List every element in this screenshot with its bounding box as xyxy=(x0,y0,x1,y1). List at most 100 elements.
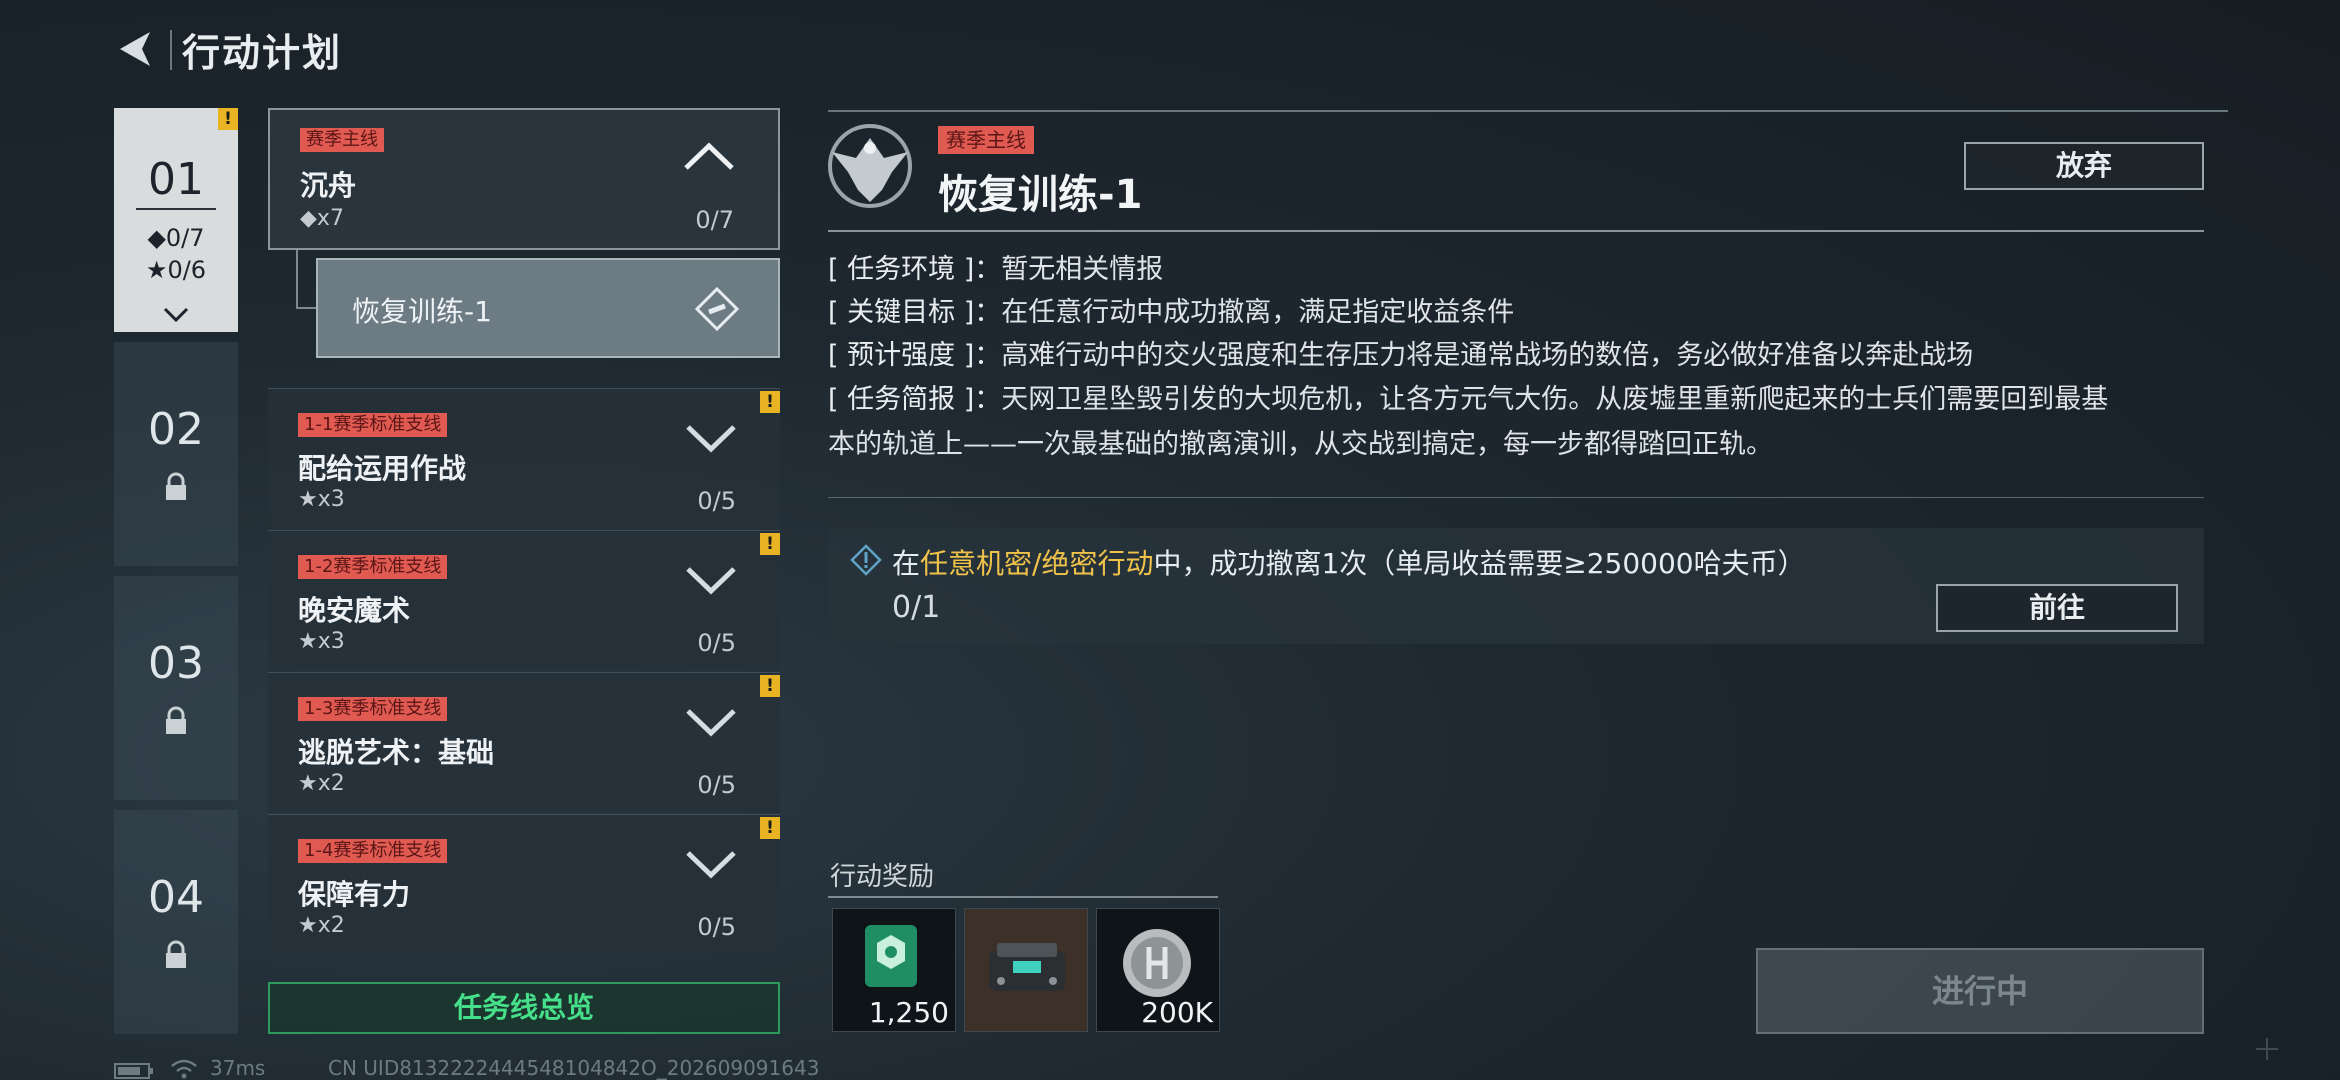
page-title: 行动计划 xyxy=(182,31,343,75)
mission-name: 晚安魔术 xyxy=(298,594,411,627)
mission-progress: 0/5 xyxy=(697,629,736,657)
chevron-down-icon[interactable] xyxy=(684,707,738,737)
in-progress-button[interactable]: 进行中 xyxy=(1756,948,2204,1034)
lock-icon xyxy=(166,472,186,500)
tree-connector xyxy=(296,307,316,309)
mission-name: 保障有力 xyxy=(298,878,411,911)
mission-requirement: ◆x7 xyxy=(300,206,344,231)
detail-divider xyxy=(828,110,2228,112)
device-icon xyxy=(989,943,1065,991)
task-objective-box: 在任意机密/绝密行动中，成功撤离1次（单局收益需要≥250000哈夫币） 0/1… xyxy=(828,528,2204,644)
info-label: [ 预计强度 ]： xyxy=(828,340,1002,371)
mission-requirement: ★x3 xyxy=(298,629,345,654)
chapter-number: 02 xyxy=(148,404,204,455)
info-value: 高难行动中的交火强度和生存压力将是通常战场的数倍，务必做好准备以奔赴战场 xyxy=(1001,340,1974,371)
info-diamond-icon xyxy=(850,544,882,576)
mission-name: 配给运用作战 xyxy=(298,452,467,485)
task-highlight: 任意机密/绝密行动 xyxy=(920,547,1154,580)
lock-icon xyxy=(166,706,186,734)
chapter-number: 04 xyxy=(148,872,204,923)
info-value: 暂无相关情报 xyxy=(1001,254,1164,285)
mission-name: 逃脱艺术：基础 xyxy=(298,736,495,769)
ping-value: 37ms xyxy=(210,1056,266,1080)
go-button[interactable]: 前往 xyxy=(1936,584,2178,632)
chevron-down-icon xyxy=(163,307,189,323)
mission-progress: 0/5 xyxy=(697,487,736,515)
alert-badge: ! xyxy=(760,675,780,697)
mission-main[interactable]: 赛季主线 沉舟 ◆x7 0/7 xyxy=(268,108,780,250)
mission-requirement: ★x3 xyxy=(298,487,345,512)
tree-connector xyxy=(296,250,298,308)
chapter-number: 01 xyxy=(148,154,204,205)
chapter-tab-03[interactable]: 03 xyxy=(114,576,238,800)
mission-overview-button[interactable]: 任务线总览 xyxy=(268,982,780,1034)
alert-badge: ! xyxy=(760,817,780,839)
mission-item[interactable]: ! 1-3赛季标准支线 逃脱艺术：基础 ★x2 0/5 xyxy=(268,672,780,813)
mission-progress: 0/7 xyxy=(695,206,734,234)
mission-item[interactable]: ! 1-1赛季标准支线 配给运用作战 ★x3 0/5 xyxy=(268,388,780,529)
task-description: 在任意机密/绝密行动中，成功撤离1次（单局收益需要≥250000哈夫币） xyxy=(892,542,1806,582)
info-value: 在任意行动中成功撤离，满足指定收益条件 xyxy=(1001,297,1515,328)
mission-tag: 1-4赛季标准支线 xyxy=(298,839,448,863)
mission-progress: 0/5 xyxy=(697,913,736,941)
info-environment: [ 任务环境 ]：暂无相关情报 xyxy=(828,248,1163,292)
chevron-down-icon[interactable] xyxy=(684,565,738,595)
mission-item[interactable]: ! 1-2赛季标准支线 晚安魔术 ★x3 0/5 xyxy=(268,530,780,671)
mission-name: 沉舟 xyxy=(300,169,357,202)
detail-divider xyxy=(828,230,2204,232)
info-intensity: [ 预计强度 ]：高难行动中的交火强度和生存压力将是通常战场的数倍，务必做好准备… xyxy=(828,334,1973,378)
wifi-icon xyxy=(171,1059,197,1079)
task-progress: 0/1 xyxy=(892,590,941,625)
title-divider xyxy=(170,30,172,70)
info-value: 天网卫星坠毁引发的大坝危机，让各方元气大伤。从废墟里重新爬起来的士兵们需要回到最… xyxy=(1001,384,2109,415)
mission-requirement: ★x2 xyxy=(298,771,345,796)
alert-badge: ! xyxy=(760,391,780,413)
reward-item[interactable]: 200K xyxy=(1096,908,1220,1032)
mission-progress: 0/5 xyxy=(697,771,736,799)
chapter-tab-01[interactable]: 01 ◆0/7 ★0/6 ! xyxy=(114,108,238,332)
chevron-up-icon[interactable] xyxy=(682,142,736,172)
detail-title: 恢复训练-1 xyxy=(938,172,1143,218)
task-text-suffix: 中，成功撤离1次（单局收益需要≥250000哈夫币） xyxy=(1153,547,1806,580)
sub-mission-item[interactable]: 恢复训练-1 xyxy=(316,258,780,358)
coin-icon xyxy=(1123,929,1191,997)
mission-item[interactable]: ! 1-4赛季标准支线 保障有力 ★x2 0/5 xyxy=(268,814,780,955)
abandon-button[interactable]: 放弃 xyxy=(1964,142,2204,190)
detail-divider xyxy=(828,497,2204,498)
chapter-diamond-progress: ◆0/7 xyxy=(147,224,205,252)
info-briefing-continued: 本的轨道上——一次最基础的撤离演训，从交战到搞定，每一步都得踏回正轨。 xyxy=(828,429,1773,460)
reward-item[interactable] xyxy=(964,908,1088,1032)
badge-icon xyxy=(865,925,917,987)
mission-tag: 1-1赛季标准支线 xyxy=(298,413,448,437)
alert-badge: ! xyxy=(760,533,780,555)
eagle-emblem-icon xyxy=(828,124,912,208)
info-objective: [ 关键目标 ]：在任意行动中成功撤离，满足指定收益条件 xyxy=(828,291,1514,335)
chapter-tab-04[interactable]: 04 xyxy=(114,810,238,1034)
chapter-number: 03 xyxy=(148,638,204,689)
reward-quantity: 200K xyxy=(1141,996,1213,1029)
lock-icon xyxy=(166,940,186,968)
back-arrow-icon[interactable] xyxy=(112,26,158,72)
sub-mission-label: 恢复训练-1 xyxy=(352,295,492,328)
reward-quantity: 1,250 xyxy=(868,996,949,1029)
mission-tag: 赛季主线 xyxy=(300,128,384,152)
chevron-down-icon[interactable] xyxy=(684,849,738,879)
chapter-tab-02[interactable]: 02 xyxy=(114,342,238,566)
reward-title: 行动奖励 xyxy=(830,862,935,892)
chevron-down-icon[interactable] xyxy=(684,423,738,453)
info-briefing: [ 任务简报 ]：天网卫星坠毁引发的大坝危机，让各方元气大伤。从废墟里重新爬起来… xyxy=(828,378,2108,422)
info-label: [ 任务环境 ]： xyxy=(828,254,1002,285)
chapter-divider xyxy=(136,208,216,210)
waypoint-diamond-icon xyxy=(694,286,740,332)
plus-icon xyxy=(2256,1038,2278,1060)
battery-icon xyxy=(114,1063,153,1079)
info-label: [ 任务简报 ]： xyxy=(828,384,1002,415)
task-text-prefix: 在 xyxy=(892,547,921,580)
mission-tag: 1-2赛季标准支线 xyxy=(298,555,448,579)
info-label: [ 关键目标 ]： xyxy=(828,297,1002,328)
mission-tag: 1-3赛季标准支线 xyxy=(298,697,448,721)
reward-divider xyxy=(828,896,1218,898)
user-uid: CN UID8132222444548104842O_202609091643 xyxy=(328,1056,820,1080)
reward-item[interactable]: 1,250 xyxy=(832,908,956,1032)
detail-tag: 赛季主线 xyxy=(938,126,1034,154)
